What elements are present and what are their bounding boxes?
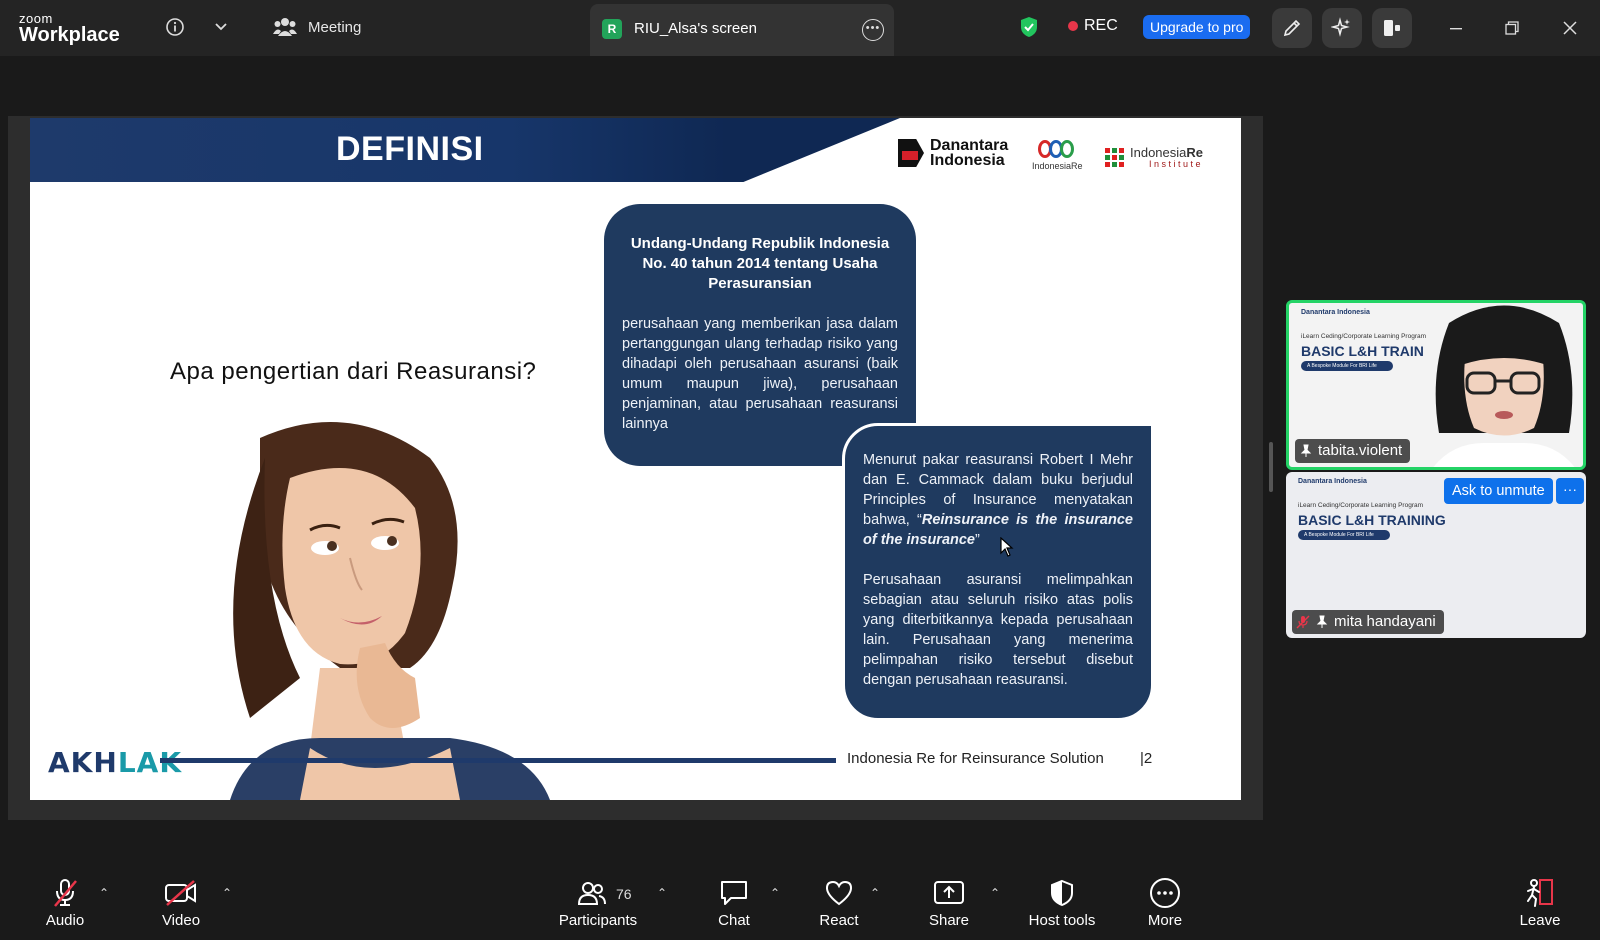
title-bar: zoom Workplace Meeting R RIU_Alsa's scre… xyxy=(0,0,1600,56)
muted-mic-icon xyxy=(1296,615,1310,629)
rec-dot-icon xyxy=(1068,21,1078,31)
indonesiare-institute-logo: IndonesiaRe Institute xyxy=(1105,146,1203,169)
host-tools-button[interactable]: Host tools xyxy=(1024,876,1100,929)
chat-icon xyxy=(714,876,754,910)
audio-button[interactable]: Audio xyxy=(40,876,90,929)
shared-screen-tab[interactable]: R RIU_Alsa's screen ••• xyxy=(590,4,894,56)
ai-companion-button[interactable] xyxy=(1322,8,1362,48)
host-pin-icon xyxy=(1316,615,1328,628)
muted-microphone-icon xyxy=(40,876,90,910)
annotate-pen-button[interactable] xyxy=(1272,8,1312,48)
meeting-participants-icon xyxy=(272,14,298,40)
participant-more-button[interactable]: ··· xyxy=(1556,478,1584,504)
chat-options-caret-icon[interactable]: ⌃ xyxy=(770,886,780,900)
video-button[interactable]: Video xyxy=(156,876,206,929)
info-icon[interactable] xyxy=(162,14,188,40)
participants-count: 76 xyxy=(616,886,632,902)
indonesiare-logo: IndonesiaRe xyxy=(1032,140,1083,171)
side-panel-button[interactable] xyxy=(1372,8,1412,48)
chevron-down-icon[interactable] xyxy=(208,14,234,40)
slide-title: DEFINISI xyxy=(336,130,484,168)
participant-name-tag: tabita.violent xyxy=(1295,439,1411,463)
meeting-toolbar: Audio ⌃ Video ⌃ Participants 76 ⌃ Chat ⌃… xyxy=(0,866,1600,940)
screen-tab-label: RIU_Alsa's screen xyxy=(634,20,757,37)
more-options-icon[interactable]: ••• xyxy=(862,19,884,41)
host-pin-icon xyxy=(1300,444,1312,457)
participants-button[interactable]: Participants xyxy=(552,876,644,929)
audio-options-caret-icon[interactable]: ⌃ xyxy=(99,886,109,900)
minimize-icon[interactable] xyxy=(1442,14,1470,42)
zoom-workplace-logo: zoom Workplace xyxy=(19,11,120,46)
heart-icon xyxy=(816,876,862,910)
share-screen-icon xyxy=(926,876,972,910)
participant-name-tag: mita handayani xyxy=(1292,610,1444,634)
chat-button[interactable]: Chat xyxy=(714,876,754,929)
slide-footer-text: Indonesia Re for Reinsurance Solution xyxy=(847,750,1104,767)
panel-resize-handle[interactable] xyxy=(1269,442,1273,492)
meeting-label[interactable]: Meeting xyxy=(308,19,361,36)
danantara-logo: Danantara Indonesia xyxy=(898,138,1008,169)
more-button[interactable]: More xyxy=(1144,876,1186,929)
slide-question: Apa pengertian dari Reasuransi? xyxy=(170,358,537,385)
institute-grid-icon xyxy=(1105,148,1124,167)
recording-indicator[interactable]: REC xyxy=(1068,17,1118,35)
more-icon xyxy=(1144,876,1186,910)
restore-icon[interactable] xyxy=(1498,14,1526,42)
leave-button[interactable]: Leave xyxy=(1518,876,1562,929)
upgrade-button[interactable]: Upgrade to pro xyxy=(1143,15,1251,39)
mouse-cursor-icon xyxy=(1000,537,1014,557)
ask-to-unmute-button[interactable]: Ask to unmute xyxy=(1444,478,1553,504)
danantara-mark-icon xyxy=(898,139,924,167)
shield-icon xyxy=(1024,876,1100,910)
presentation-slide: DEFINISI Danantara Indonesia IndonesiaRe… xyxy=(30,118,1241,800)
participant-tile-active-speaker[interactable]: Danantara Indonesia iLearn Ceding/Corpor… xyxy=(1286,300,1586,470)
video-off-icon xyxy=(156,876,206,910)
participants-options-caret-icon[interactable]: ⌃ xyxy=(657,886,667,900)
thinking-woman-image xyxy=(230,422,550,800)
screen-owner-badge: R xyxy=(602,19,622,39)
footer-divider xyxy=(160,758,836,763)
share-button[interactable]: Share xyxy=(926,876,972,929)
participant-video-feed xyxy=(1433,305,1575,467)
react-button[interactable]: React xyxy=(816,876,862,929)
react-options-caret-icon[interactable]: ⌃ xyxy=(870,886,880,900)
definition-bubble-expert: Menurut pakar reasuransi Robert I Mehr d… xyxy=(842,423,1154,721)
leave-door-icon xyxy=(1518,876,1562,910)
close-icon[interactable] xyxy=(1556,14,1584,42)
video-options-caret-icon[interactable]: ⌃ xyxy=(222,886,232,900)
security-shield-icon[interactable] xyxy=(1016,14,1042,40)
slide-page-number: |2 xyxy=(1140,750,1153,767)
share-options-caret-icon[interactable]: ⌃ xyxy=(990,886,1000,900)
indonesiare-rings-icon xyxy=(1032,140,1083,158)
